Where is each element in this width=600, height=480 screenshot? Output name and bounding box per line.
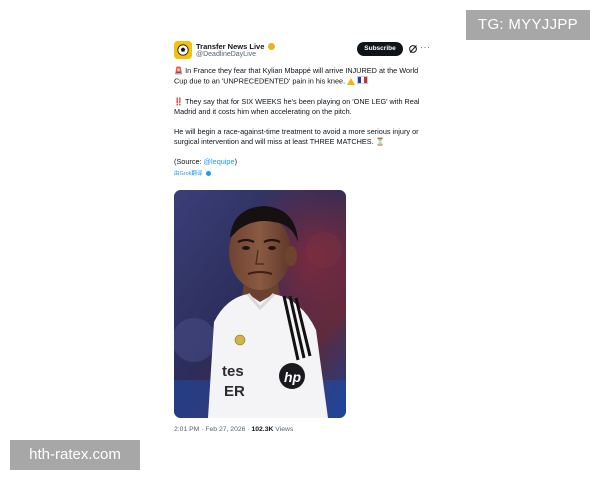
player-photo-illustration: tes ER hp [174, 190, 346, 418]
paragraph-1-text: In France they fear that Kylian Mbappé w… [174, 66, 419, 86]
warning-icon [347, 77, 356, 85]
author-handle[interactable]: @DeadlineDayLive [196, 51, 256, 58]
tweet-text: 🚨 In France they fear that Kylian Mbappé… [174, 66, 424, 179]
website-watermark: hth-ratex.com [10, 440, 140, 470]
tweet-time[interactable]: 2:01 PM [174, 426, 199, 433]
translate-link[interactable]: 由Grok翻译 [174, 169, 424, 179]
tweet-paragraph-2: ‼️ They say that for SIX WEEKS he's been… [174, 97, 424, 117]
france-flag-icon [357, 76, 369, 84]
screenshot-stage: TG: MYYJJPP hth-ratex.com Transfer News … [0, 0, 600, 480]
tweet-date[interactable]: Feb 27, 2026 [205, 426, 245, 433]
translate-label[interactable]: 由Grok翻译 [174, 171, 202, 177]
tweet-paragraph-1: 🚨 In France they fear that Kylian Mbappé… [174, 66, 424, 87]
source-line: (Source: @lequipe) [174, 157, 424, 167]
subscribe-button[interactable]: Subscribe [357, 42, 403, 56]
svg-text:ER: ER [224, 383, 245, 400]
verified-badge-icon [268, 43, 276, 50]
grok-icon[interactable] [408, 44, 418, 54]
tweet-card: Transfer News Live @DeadlineDayLive Subs… [172, 38, 434, 433]
more-options-icon[interactable]: ··· [420, 42, 431, 52]
translate-icon [205, 170, 211, 176]
siren-icon: 🚨 [174, 66, 184, 75]
telegram-watermark: TG: MYYJJPP [466, 10, 590, 40]
tweet-header: Transfer News Live @DeadlineDayLive Subs… [172, 38, 434, 66]
tweet-meta: 2:01 PM · Feb 27, 2026 · 102.3K Views [174, 426, 293, 433]
views-label: Views [273, 426, 294, 433]
views-count: 102.3K [251, 426, 274, 433]
source-suffix: ) [234, 156, 237, 166]
author-name-text[interactable]: Transfer News Live [196, 42, 264, 51]
football-avatar-icon[interactable] [174, 41, 192, 59]
tweet-paragraph-3: He will begin a race-against-time treatm… [174, 127, 424, 147]
hourglass-icon: ⏳ [375, 136, 385, 146]
paragraph-2-text: They say that for SIX WEEKS he's been pl… [174, 96, 420, 116]
double-exclamation-icon: ‼️ [174, 96, 184, 106]
source-prefix: (Source: [174, 156, 204, 166]
tweet-photo[interactable]: tes ER hp [174, 190, 346, 418]
svg-text:hp: hp [284, 369, 302, 385]
svg-text:tes: tes [222, 363, 244, 380]
author-name[interactable]: Transfer News Live [196, 42, 276, 51]
source-mention-link[interactable]: @lequipe [204, 157, 235, 166]
